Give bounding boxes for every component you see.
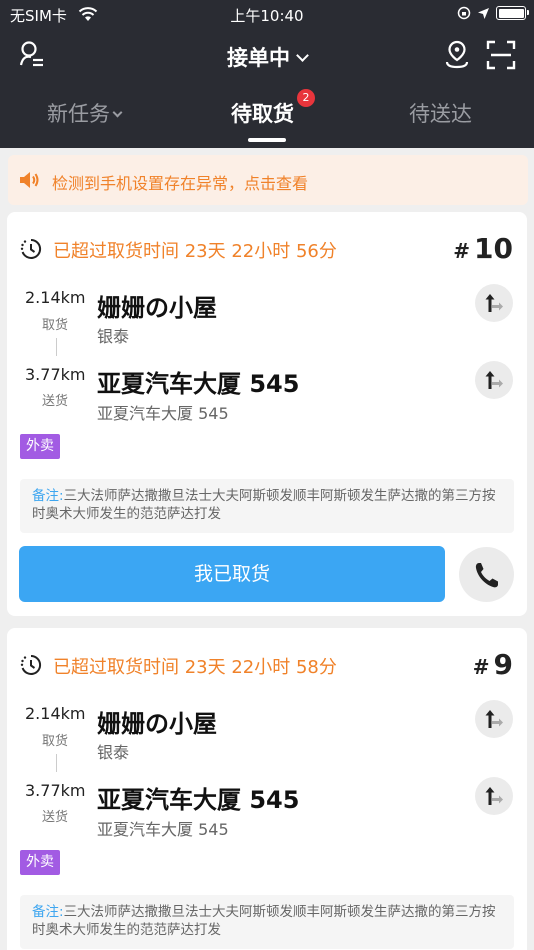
work-status-label: 接单中 bbox=[227, 46, 290, 70]
pickup-address: 银泰 bbox=[97, 327, 130, 346]
order-number: #9 bbox=[472, 648, 513, 681]
pickup-label: 取货 bbox=[42, 318, 69, 333]
tab-new-tasks[interactable]: 新任务 bbox=[47, 98, 123, 128]
location-pin-icon[interactable] bbox=[444, 40, 470, 70]
overdue-text: 已超过取货时间 23天 22小时 56分 bbox=[53, 241, 337, 262]
battery-icon bbox=[496, 6, 529, 20]
navigate-arrow-icon bbox=[485, 787, 503, 805]
order-card[interactable]: 已超过取货时间 23天 22小时 58分 #9 2.14km 取货 姗姗の小屋 … bbox=[7, 628, 527, 950]
navigate-arrow-icon bbox=[485, 294, 503, 312]
note-text: 三大法师萨达撒撒旦法士大夫阿斯顿发顺丰阿斯顿发生萨达撒的第三方按时奥术大师发生的… bbox=[32, 488, 496, 522]
navigate-arrow-icon bbox=[485, 371, 503, 389]
picked-up-button[interactable]: 我已取货 bbox=[19, 546, 445, 602]
location-arrow-icon bbox=[478, 7, 489, 19]
rotation-lock-icon bbox=[457, 6, 471, 20]
order-type-tag: 外卖 bbox=[20, 434, 60, 459]
note-label: 备注: bbox=[32, 904, 64, 920]
overdue-text: 已超过取货时间 23天 22小时 58分 bbox=[53, 657, 337, 678]
clock: 上午10:40 bbox=[230, 7, 304, 25]
dropoff-label: 送货 bbox=[42, 394, 69, 409]
note-text: 三大法师萨达撒撒旦法士大夫阿斯顿发顺丰阿斯顿发生萨达撒的第三方按时奥术大师发生的… bbox=[32, 904, 496, 938]
dropoff-navigate-button[interactable] bbox=[475, 361, 513, 399]
pickup-distance: 2.14km bbox=[25, 704, 86, 723]
phone-icon bbox=[475, 563, 498, 588]
scan-icon[interactable] bbox=[486, 40, 516, 70]
dropoff-distance: 3.77km bbox=[25, 365, 86, 384]
pickup-distance: 2.14km bbox=[25, 288, 86, 307]
overdue-timer-icon bbox=[20, 238, 42, 259]
nav-bar: 接单中 bbox=[0, 30, 534, 82]
warning-text: 检测到手机设置存在异常，点击查看 bbox=[52, 174, 309, 193]
pickup-navigate-button[interactable] bbox=[475, 700, 513, 738]
order-number: #10 bbox=[453, 232, 513, 265]
overdue-timer-icon bbox=[20, 654, 42, 675]
speaker-icon bbox=[20, 172, 39, 188]
order-card[interactable]: 已超过取货时间 23天 22小时 56分 #10 2.14km 取货 姗姗の小屋… bbox=[7, 212, 527, 616]
status-bar: 无SIM卡 上午10:40 bbox=[0, 0, 534, 30]
active-tab-indicator bbox=[248, 138, 286, 142]
pickup-navigate-button[interactable] bbox=[475, 284, 513, 322]
tab-awaiting-pickup[interactable]: 待取货 bbox=[231, 98, 294, 128]
pickup-store-name: 姗姗の小屋 bbox=[97, 710, 217, 738]
pickup-store-name: 姗姗の小屋 bbox=[97, 294, 217, 322]
dropoff-distance: 3.77km bbox=[25, 781, 86, 800]
dropoff-name: 亚夏汽车大厦 545 bbox=[97, 370, 300, 398]
dropoff-address: 亚夏汽车大厦 545 bbox=[97, 404, 229, 423]
call-button[interactable] bbox=[459, 547, 514, 602]
chevron-down-icon bbox=[296, 49, 309, 62]
dropoff-navigate-button[interactable] bbox=[475, 777, 513, 815]
order-note: 备注:三大法师萨达撒撒旦法士大夫阿斯顿发顺丰阿斯顿发生萨达撒的第三方按时奥术大师… bbox=[20, 479, 514, 533]
route-connector bbox=[56, 754, 57, 772]
pickup-address: 银泰 bbox=[97, 743, 130, 762]
dropoff-label: 送货 bbox=[42, 810, 69, 825]
tab-badge-count: 2 bbox=[297, 89, 315, 107]
order-type-tag: 外卖 bbox=[20, 850, 60, 875]
order-note: 备注:三大法师萨达撒撒旦法士大夫阿斯顿发顺丰阿斯顿发生萨达撒的第三方按时奥术大师… bbox=[20, 895, 514, 949]
pickup-label: 取货 bbox=[42, 734, 69, 749]
chevron-down-icon bbox=[112, 107, 123, 118]
route-connector bbox=[56, 338, 57, 356]
dropoff-name: 亚夏汽车大厦 545 bbox=[97, 786, 300, 814]
note-label: 备注: bbox=[32, 488, 64, 504]
dropoff-address: 亚夏汽车大厦 545 bbox=[97, 820, 229, 839]
settings-warning-banner[interactable]: 检测到手机设置存在异常，点击查看 bbox=[8, 155, 528, 205]
tab-awaiting-delivery[interactable]: 待送达 bbox=[409, 98, 472, 128]
navigate-arrow-icon bbox=[485, 710, 503, 728]
